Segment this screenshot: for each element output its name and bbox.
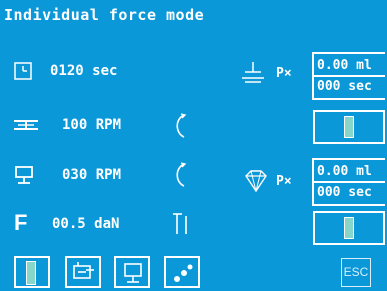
droplets-button[interactable]	[164, 256, 200, 288]
spindle-stand-icon	[14, 166, 34, 188]
p1-time[interactable]: 000 sec	[317, 79, 372, 94]
p2-volume[interactable]: 0.00 ml	[317, 164, 372, 179]
toggle-bar-icon	[344, 116, 354, 138]
p2-toggle-button[interactable]	[313, 211, 385, 245]
page-title: Individual force mode	[4, 6, 205, 24]
stand-icon	[123, 262, 143, 288]
press-icon	[241, 62, 265, 90]
p2-time[interactable]: 000 sec	[317, 185, 372, 200]
p2-value-box[interactable]: 0.00 ml 000 sec	[312, 158, 385, 206]
p2-label: P×	[276, 174, 292, 189]
p1-label: P×	[276, 66, 292, 81]
esc-button[interactable]: ESC	[341, 258, 371, 287]
rotation-icon[interactable]	[173, 162, 187, 192]
toggle-button[interactable]	[14, 256, 50, 288]
force-icon: F	[14, 210, 28, 235]
droplets-icon	[171, 262, 195, 288]
p1-divider	[314, 75, 385, 77]
force-value[interactable]: 00.5 daN	[52, 216, 119, 232]
p2-divider	[314, 181, 385, 183]
mixer-icon	[72, 262, 96, 286]
time-value[interactable]: 0120 sec	[50, 63, 117, 79]
force-profile-icon[interactable]	[172, 212, 190, 240]
spindle-icon	[14, 117, 38, 136]
speed2-value[interactable]: 030 RPM	[62, 167, 121, 183]
clock-icon	[14, 62, 32, 84]
p1-volume[interactable]: 0.00 ml	[317, 58, 372, 73]
toggle-bar-icon	[344, 217, 354, 239]
rotation-icon[interactable]	[173, 113, 187, 143]
p1-toggle-button[interactable]	[313, 110, 385, 144]
stand-button[interactable]	[114, 256, 150, 288]
force-mode-screen: Individual force mode 0120 sec 100 RPM 0…	[0, 0, 387, 291]
p1-value-box[interactable]: 0.00 ml 000 sec	[312, 52, 385, 100]
diamond-icon	[244, 170, 268, 196]
mixer-button[interactable]	[65, 256, 101, 288]
speed1-value[interactable]: 100 RPM	[62, 117, 121, 133]
toggle-bar-icon	[26, 261, 36, 285]
